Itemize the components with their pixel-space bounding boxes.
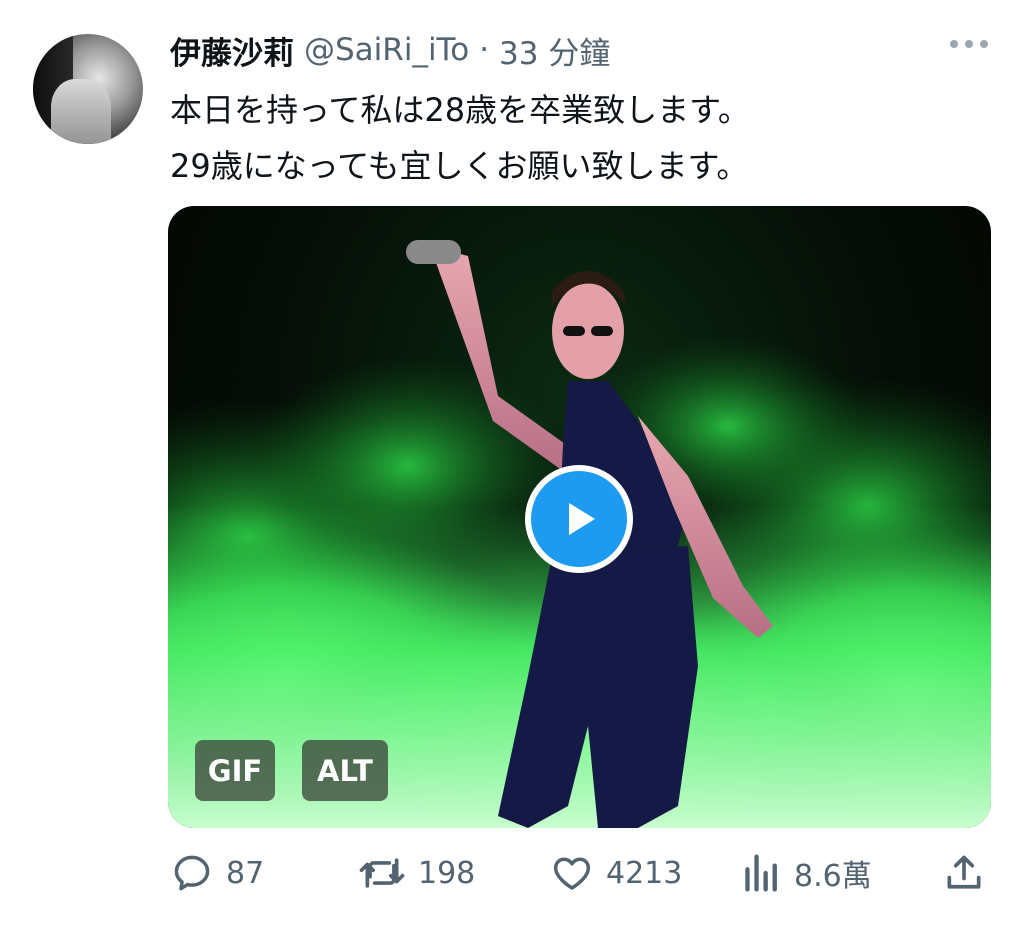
reply-count: 87 — [226, 855, 265, 891]
play-icon — [569, 503, 595, 535]
share-button[interactable] — [942, 848, 986, 898]
reply-button[interactable]: 87 — [170, 848, 264, 898]
tweet-text-line: 本日を持って私は28歳を卒業致します。 — [170, 91, 750, 129]
tweet-header: 伊藤沙莉 @SaiRi_iTo · 33 分鐘 — [170, 28, 610, 72]
retweet-count: 198 — [418, 855, 476, 891]
gif-badge: GIF — [195, 740, 275, 801]
reply-icon — [174, 855, 210, 891]
avatar-figure — [51, 79, 111, 144]
more-options-button[interactable] — [950, 40, 988, 48]
more-icon-dot — [965, 40, 973, 48]
more-icon-dot — [980, 40, 988, 48]
author-name[interactable]: 伊藤沙莉 — [170, 28, 294, 73]
alt-badge[interactable]: ALT — [302, 740, 388, 801]
separator-dot: · — [479, 32, 490, 68]
share-icon — [947, 855, 981, 889]
views-chart-icon — [745, 854, 777, 892]
media-gif[interactable] — [168, 206, 991, 828]
heart-icon — [553, 857, 591, 890]
more-icon — [950, 40, 958, 48]
avatar[interactable] — [33, 34, 143, 144]
tweet-text: 本日を持って私は28歳を卒業致します。 29歳になっても宜しくお願い致します。 — [170, 82, 750, 194]
like-button[interactable]: 4213 — [550, 848, 682, 898]
retweet-button[interactable]: 198 — [358, 848, 475, 898]
author-handle[interactable]: @SaiRi_iTo — [304, 32, 469, 68]
play-button[interactable] — [525, 465, 633, 573]
tweet-text-line: 29歳になっても宜しくお願い致します。 — [170, 147, 749, 185]
views-button[interactable]: 8.6萬 — [742, 848, 872, 898]
views-count: 8.6萬 — [794, 859, 872, 894]
retweet-icon — [359, 858, 405, 888]
timestamp[interactable]: 33 分鐘 — [499, 28, 610, 73]
tweet-actions: 87 198 4213 8.6萬 — [0, 848, 1024, 898]
like-count: 4213 — [606, 855, 683, 891]
